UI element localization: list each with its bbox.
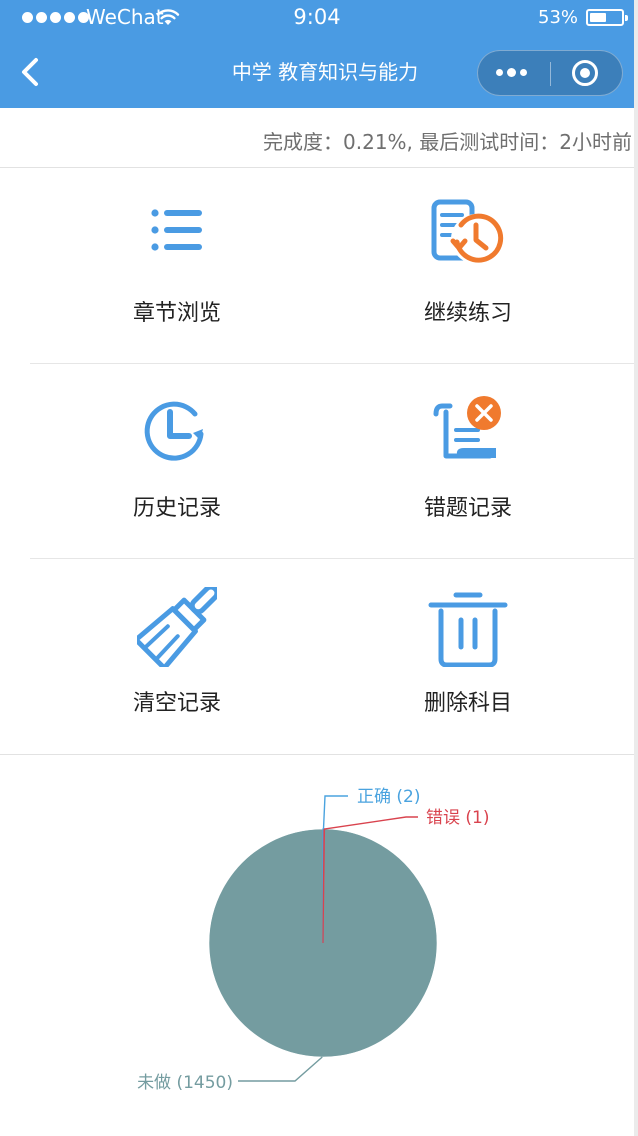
pie-chart-svg: 正确 (2) 错误 (1) 未做 (1450) bbox=[137, 787, 489, 1093]
page-title: 中学 教育知识与能力 bbox=[231, 60, 419, 84]
progress-text: 完成度：0.21%, 最后测试时间：2小时前 bbox=[263, 130, 632, 154]
clock-document-icon bbox=[431, 199, 504, 264]
header: WeChat 9:04 53% 中学 教育知识与能力 bbox=[0, 0, 634, 108]
menu-grid: 章节浏览 继续练习 历史记录 错题记录 清空记录 删除科目 bbox=[0, 169, 634, 754]
menu-label: 错题记录 bbox=[423, 496, 512, 521]
wrong-answers-button[interactable]: 错题记录 bbox=[318, 364, 618, 559]
menu-label: 历史记录 bbox=[132, 496, 221, 521]
progress-info: 完成度：0.21%, 最后测试时间：2小时前 bbox=[0, 108, 634, 168]
wrong-answers-icon bbox=[433, 396, 501, 459]
menu-label: 章节浏览 bbox=[132, 301, 221, 326]
menu-label: 清空记录 bbox=[132, 691, 221, 716]
menu-row: 历史记录 错题记录 bbox=[0, 364, 634, 559]
chapter-browse-button[interactable]: 章节浏览 bbox=[27, 169, 327, 364]
nav-bar: 中学 教育知识与能力 bbox=[0, 36, 634, 108]
menu-row: 章节浏览 继续练习 bbox=[0, 169, 634, 364]
brush-icon bbox=[137, 587, 217, 667]
mini-program-capsule bbox=[477, 50, 623, 96]
pie-slice-label: 错误 (1) bbox=[426, 808, 489, 828]
capsule-divider bbox=[550, 62, 551, 86]
pie-slice-label: 未做 (1450) bbox=[137, 1073, 233, 1093]
progress-pie-chart: 正确 (2) 错误 (1) 未做 (1450) bbox=[0, 755, 634, 1136]
clear-records-button[interactable]: 清空记录 bbox=[27, 559, 327, 754]
more-options-icon[interactable] bbox=[496, 68, 527, 77]
history-record-button[interactable]: 历史记录 bbox=[27, 364, 327, 559]
list-icon bbox=[151, 209, 202, 251]
battery-percent: 53% bbox=[538, 7, 579, 28]
battery-icon bbox=[586, 9, 628, 26]
menu-label: 删除科目 bbox=[423, 691, 512, 716]
close-mini-program-icon[interactable] bbox=[571, 59, 599, 87]
pie-label-line bbox=[238, 1056, 323, 1082]
delete-subject-button[interactable]: 删除科目 bbox=[318, 559, 618, 754]
menu-row: 清空记录 删除科目 bbox=[0, 559, 634, 754]
pie-slice-label: 正确 (2) bbox=[357, 787, 420, 807]
continue-practice-button[interactable]: 继续练习 bbox=[318, 169, 618, 364]
pie-label-line bbox=[322, 795, 348, 830]
pie-label-line bbox=[324, 816, 418, 830]
menu-label: 继续练习 bbox=[423, 301, 512, 326]
history-icon bbox=[144, 401, 204, 461]
status-bar: WeChat 9:04 53% bbox=[0, 0, 634, 36]
back-button[interactable] bbox=[14, 54, 48, 90]
trash-icon bbox=[428, 592, 508, 667]
app-page: WeChat 9:04 53% 中学 教育知识与能力 完成度：0.21%, 最后… bbox=[0, 0, 634, 1136]
